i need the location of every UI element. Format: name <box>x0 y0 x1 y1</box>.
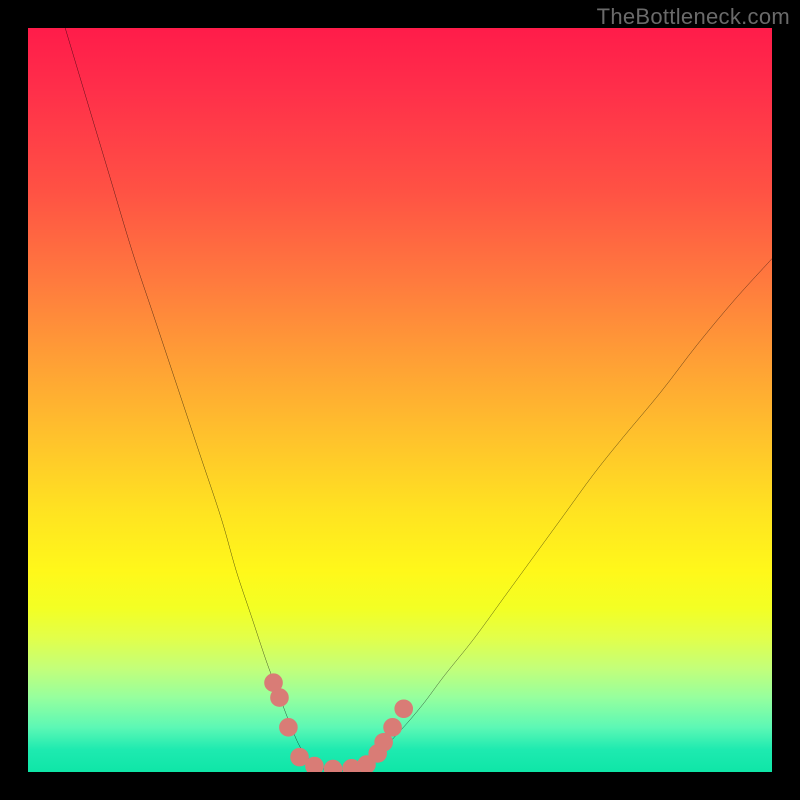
curve-marker <box>279 718 297 736</box>
bottleneck-curve <box>65 28 772 771</box>
curve-marker <box>395 700 413 718</box>
curve-markers <box>265 674 413 772</box>
curve-layer <box>28 28 772 772</box>
curve-marker <box>306 757 324 772</box>
chart-frame: TheBottleneck.com <box>0 0 800 800</box>
curve-marker <box>384 718 402 736</box>
watermark-text: TheBottleneck.com <box>597 4 790 30</box>
plot-area <box>28 28 772 772</box>
curve-marker <box>271 689 289 707</box>
curve-marker <box>324 760 342 772</box>
